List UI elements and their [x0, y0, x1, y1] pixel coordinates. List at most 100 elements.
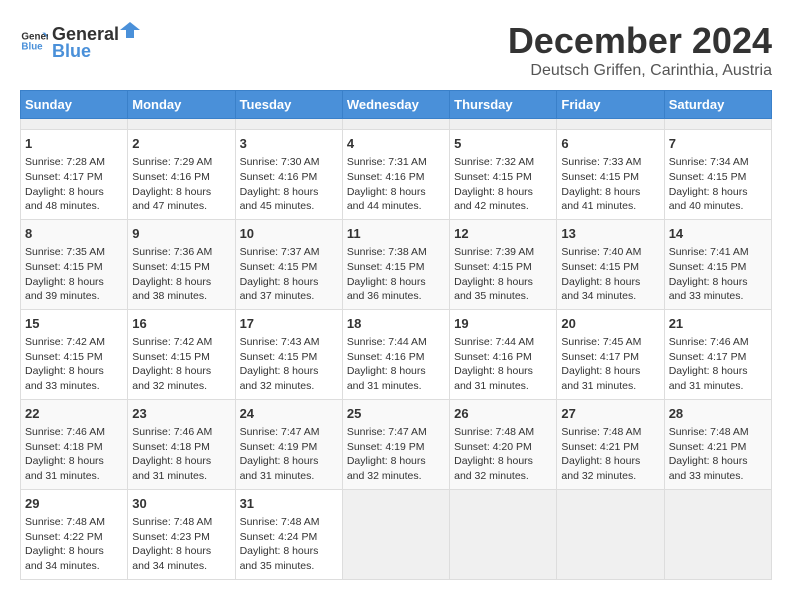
calendar-cell [342, 489, 449, 579]
calendar-cell: 4Sunrise: 7:31 AMSunset: 4:16 PMDaylight… [342, 130, 449, 220]
day-number: 24 [240, 405, 338, 423]
calendar-cell: 25Sunrise: 7:47 AMSunset: 4:19 PMDayligh… [342, 399, 449, 489]
day-number: 14 [669, 225, 767, 243]
day-number: 25 [347, 405, 445, 423]
logo-icon: General Blue [20, 27, 48, 55]
daylight-label: Daylight: 8 hours and 37 minutes. [240, 276, 319, 303]
header-day-thursday: Thursday [450, 91, 557, 119]
day-number: 11 [347, 225, 445, 243]
sunset-label: Sunset: 4:15 PM [132, 351, 210, 363]
daylight-label: Daylight: 8 hours and 32 minutes. [347, 455, 426, 482]
daylight-label: Daylight: 8 hours and 33 minutes. [25, 365, 104, 392]
sunrise-label: Sunrise: 7:31 AM [347, 156, 427, 168]
calendar-cell: 12Sunrise: 7:39 AMSunset: 4:15 PMDayligh… [450, 219, 557, 309]
calendar-cell: 30Sunrise: 7:48 AMSunset: 4:23 PMDayligh… [128, 489, 235, 579]
page-header: General Blue General Blue December 2024 … [20, 20, 772, 80]
sunrise-label: Sunrise: 7:33 AM [561, 156, 641, 168]
calendar-cell: 31Sunrise: 7:48 AMSunset: 4:24 PMDayligh… [235, 489, 342, 579]
daylight-label: Daylight: 8 hours and 32 minutes. [561, 455, 640, 482]
calendar-cell: 2Sunrise: 7:29 AMSunset: 4:16 PMDaylight… [128, 130, 235, 220]
sunrise-label: Sunrise: 7:46 AM [669, 336, 749, 348]
calendar-cell: 8Sunrise: 7:35 AMSunset: 4:15 PMDaylight… [21, 219, 128, 309]
calendar-cell [450, 119, 557, 130]
sunrise-label: Sunrise: 7:29 AM [132, 156, 212, 168]
day-number: 28 [669, 405, 767, 423]
sunset-label: Sunset: 4:15 PM [25, 351, 103, 363]
calendar-cell [664, 119, 771, 130]
calendar-cell: 10Sunrise: 7:37 AMSunset: 4:15 PMDayligh… [235, 219, 342, 309]
calendar-cell: 5Sunrise: 7:32 AMSunset: 4:15 PMDaylight… [450, 130, 557, 220]
calendar-cell [21, 119, 128, 130]
daylight-label: Daylight: 8 hours and 31 minutes. [25, 455, 104, 482]
header-day-monday: Monday [128, 91, 235, 119]
page-subtitle: Deutsch Griffen, Carinthia, Austria [508, 62, 772, 80]
day-number: 22 [25, 405, 123, 423]
sunrise-label: Sunrise: 7:40 AM [561, 246, 641, 258]
sunrise-label: Sunrise: 7:32 AM [454, 156, 534, 168]
day-number: 4 [347, 135, 445, 153]
logo-bird-icon [120, 20, 140, 40]
sunset-label: Sunset: 4:15 PM [561, 171, 639, 183]
calendar-cell: 21Sunrise: 7:46 AMSunset: 4:17 PMDayligh… [664, 309, 771, 399]
sunset-label: Sunset: 4:21 PM [561, 441, 639, 453]
sunset-label: Sunset: 4:18 PM [132, 441, 210, 453]
sunset-label: Sunset: 4:16 PM [240, 171, 318, 183]
sunrise-label: Sunrise: 7:47 AM [240, 426, 320, 438]
sunset-label: Sunset: 4:15 PM [347, 261, 425, 273]
daylight-label: Daylight: 8 hours and 40 minutes. [669, 186, 748, 213]
sunset-label: Sunset: 4:15 PM [454, 171, 532, 183]
daylight-label: Daylight: 8 hours and 31 minutes. [132, 455, 211, 482]
sunrise-label: Sunrise: 7:41 AM [669, 246, 749, 258]
daylight-label: Daylight: 8 hours and 31 minutes. [347, 365, 426, 392]
calendar-week-row: 22 Sunrise: 7:46 AM Sunset: 4:18 PM Dayligh… [21, 399, 772, 489]
sunrise-label: Sunrise: 7:36 AM [132, 246, 212, 258]
day-number: 26 [454, 405, 552, 423]
calendar-cell: 29Sunrise: 7:48 AMSunset: 4:22 PMDayligh… [21, 489, 128, 579]
daylight-label: Daylight: 8 hours and 34 minutes. [25, 545, 104, 572]
sunset-label: Sunset: 4:15 PM [240, 261, 318, 273]
day-number: 31 [240, 495, 338, 513]
header-day-saturday: Saturday [664, 91, 771, 119]
calendar-cell [235, 119, 342, 130]
daylight-label: Daylight: 8 hours and 45 minutes. [240, 186, 319, 213]
header-day-wednesday: Wednesday [342, 91, 449, 119]
sunrise-label: Sunrise: 7:35 AM [25, 246, 105, 258]
calendar-cell [128, 119, 235, 130]
sunset-label: Sunset: 4:15 PM [454, 261, 532, 273]
daylight-label: Daylight: 8 hours and 34 minutes. [132, 545, 211, 572]
calendar-cell [557, 489, 664, 579]
daylight-label: Daylight: 8 hours and 31 minutes. [561, 365, 640, 392]
sunset-label: Sunset: 4:16 PM [132, 171, 210, 183]
daylight-label: Daylight: 8 hours and 33 minutes. [669, 276, 748, 303]
day-number: 20 [561, 315, 659, 333]
day-number: 29 [25, 495, 123, 513]
sunset-label: Sunset: 4:22 PM [25, 531, 103, 543]
daylight-label: Daylight: 8 hours and 47 minutes. [132, 186, 211, 213]
calendar-week-row: 1Sunrise: 7:28 AMSunset: 4:17 PMDaylight… [21, 130, 772, 220]
day-number: 21 [669, 315, 767, 333]
sunset-label: Sunset: 4:19 PM [347, 441, 425, 453]
calendar-table: SundayMondayTuesdayWednesdayThursdayFrid… [20, 90, 772, 580]
sunset-label: Sunset: 4:17 PM [25, 171, 103, 183]
calendar-cell: 17Sunrise: 7:43 AMSunset: 4:15 PMDayligh… [235, 309, 342, 399]
sunset-label: Sunset: 4:21 PM [669, 441, 747, 453]
calendar-cell: 1Sunrise: 7:28 AMSunset: 4:17 PMDaylight… [21, 130, 128, 220]
header-day-friday: Friday [557, 91, 664, 119]
calendar-cell [664, 489, 771, 579]
day-number: 17 [240, 315, 338, 333]
sunset-label: Sunset: 4:20 PM [454, 441, 532, 453]
sunrise-label: Sunrise: 7:46 AM [132, 426, 212, 438]
calendar-cell: 11Sunrise: 7:38 AMSunset: 4:15 PMDayligh… [342, 219, 449, 309]
calendar-week-row [21, 119, 772, 130]
day-number: 19 [454, 315, 552, 333]
day-number: 18 [347, 315, 445, 333]
daylight-label: Daylight: 8 hours and 31 minutes. [454, 365, 533, 392]
day-number: 16 [132, 315, 230, 333]
daylight-label: Daylight: 8 hours and 44 minutes. [347, 186, 426, 213]
daylight-label: Daylight: 8 hours and 31 minutes. [240, 455, 319, 482]
calendar-cell: 28Sunrise: 7:48 AMSunset: 4:21 PMDayligh… [664, 399, 771, 489]
calendar-cell: 6Sunrise: 7:33 AMSunset: 4:15 PMDaylight… [557, 130, 664, 220]
daylight-label: Daylight: 8 hours and 36 minutes. [347, 276, 426, 303]
calendar-cell [557, 119, 664, 130]
calendar-header-row: SundayMondayTuesdayWednesdayThursdayFrid… [21, 91, 772, 119]
